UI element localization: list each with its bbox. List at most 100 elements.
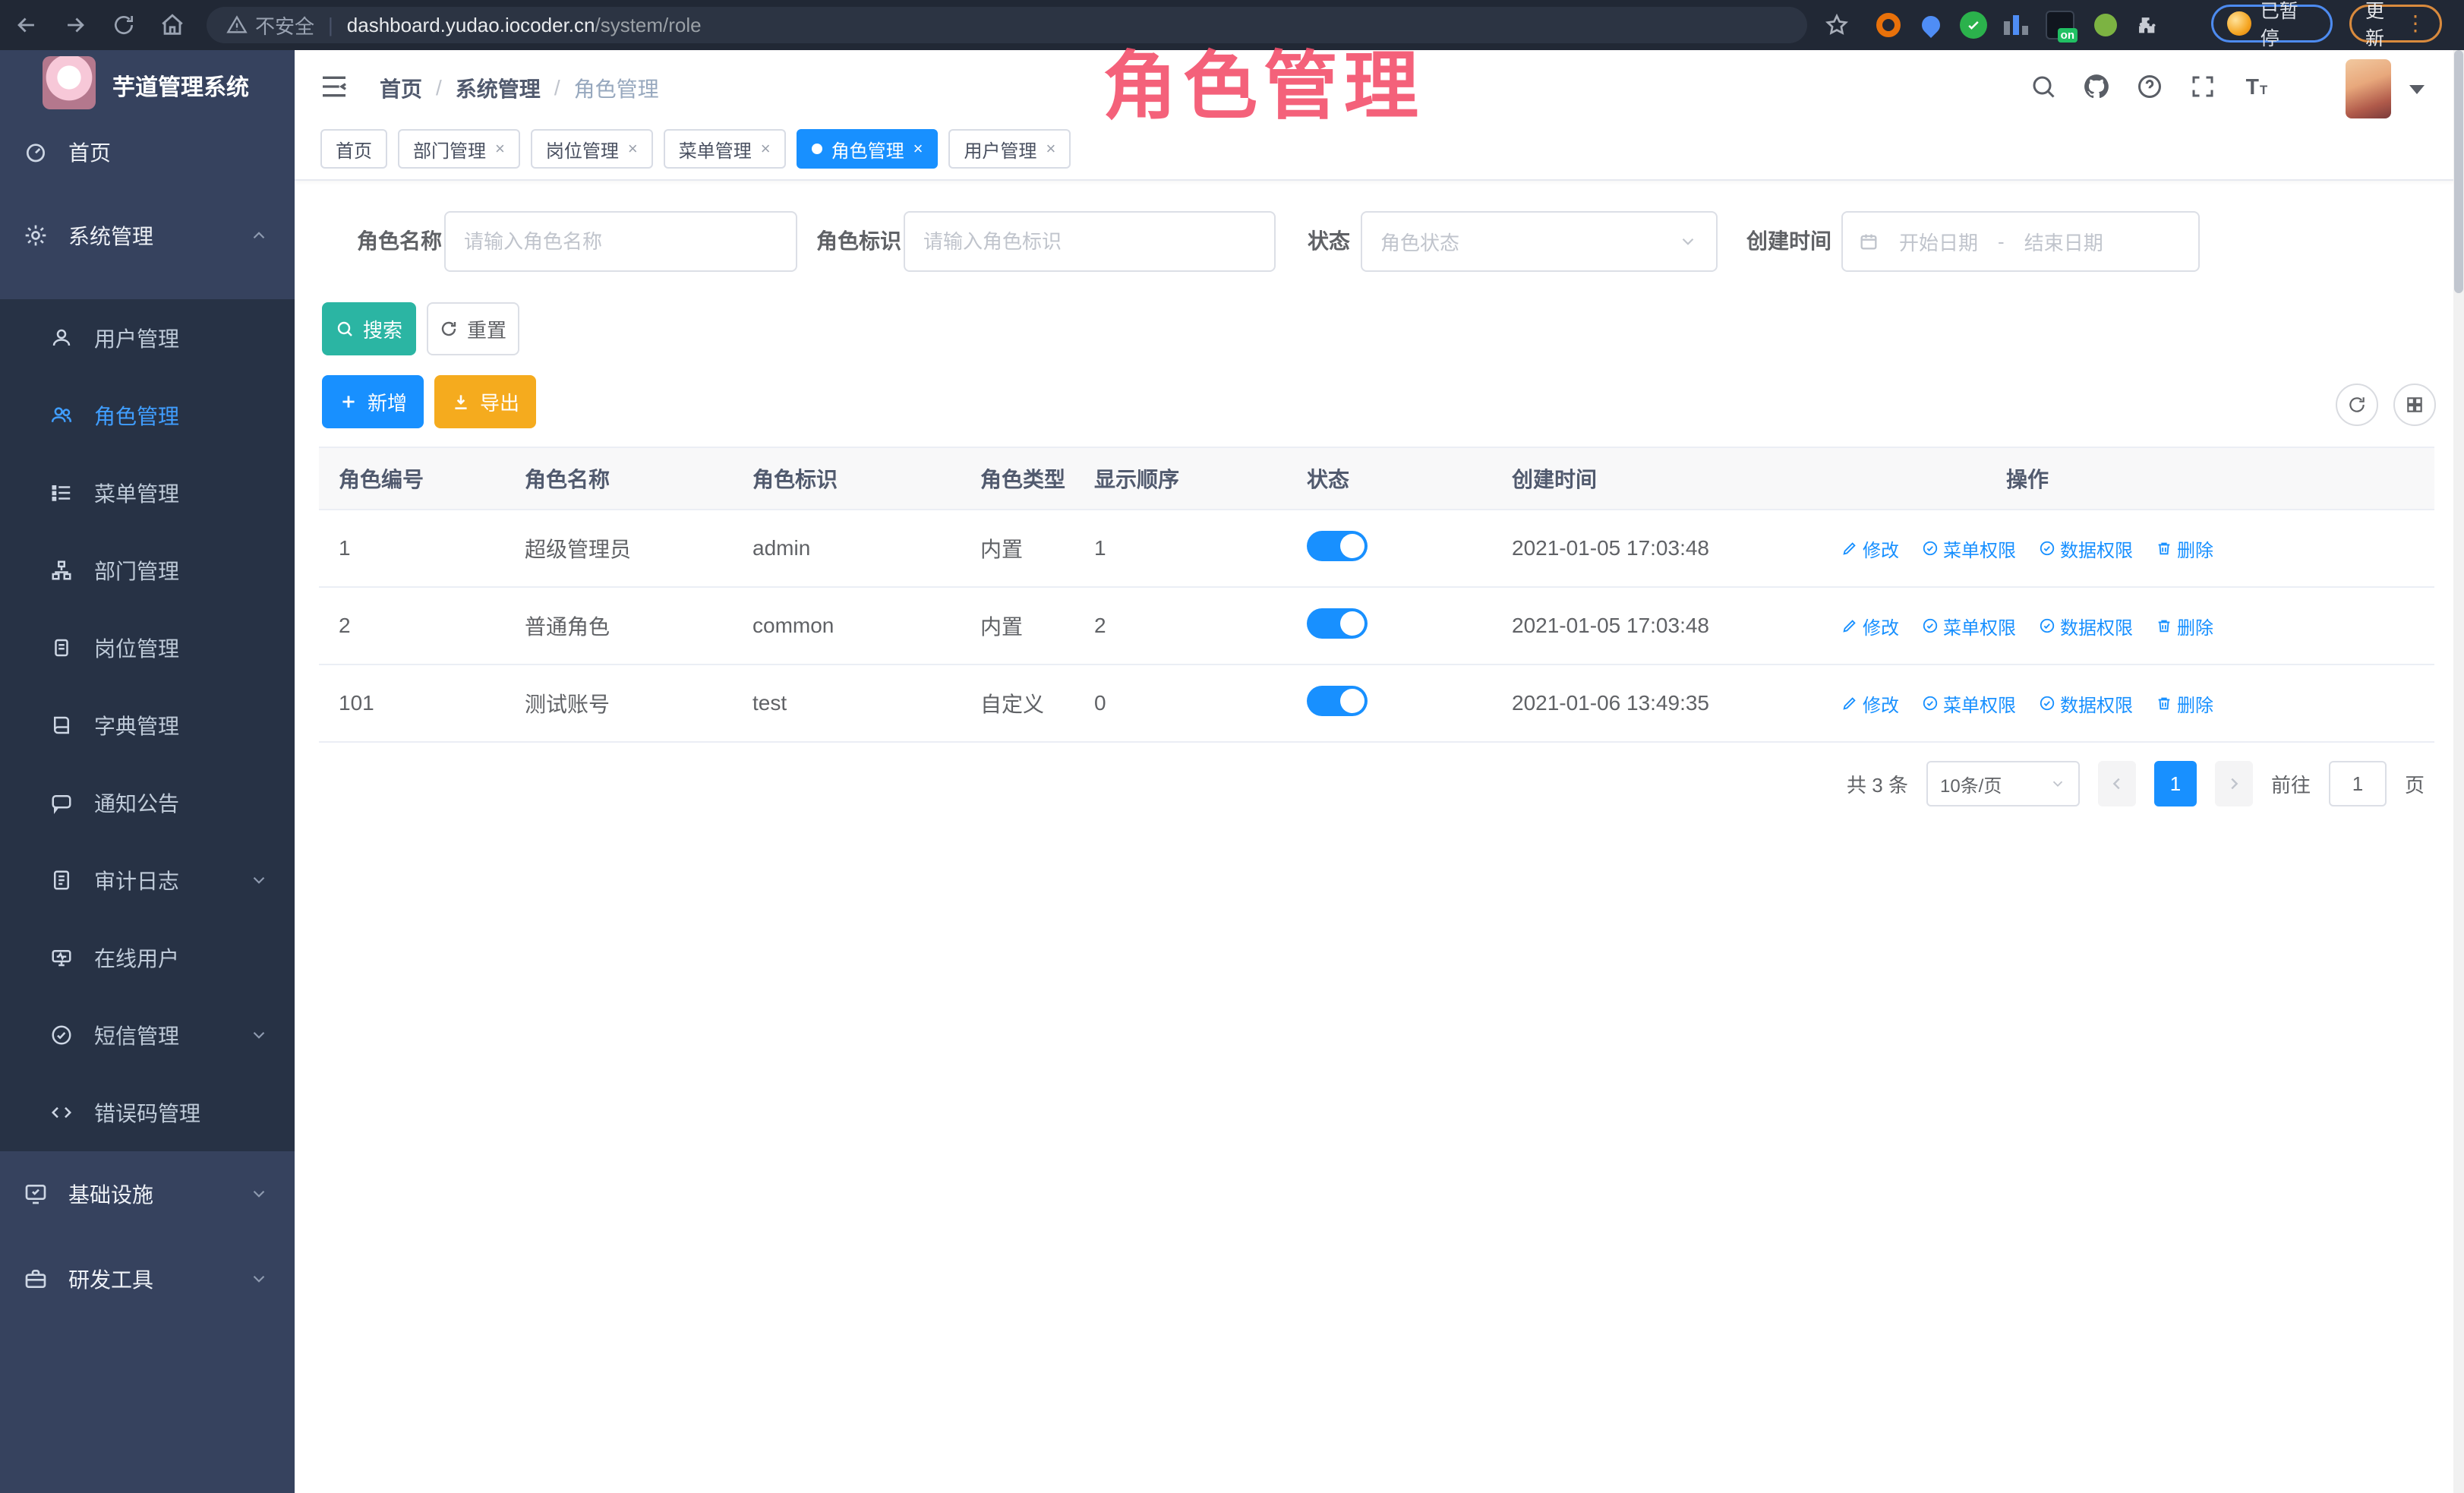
browser-reload-icon[interactable] bbox=[106, 8, 141, 43]
row-actions: 修改 菜单权限 数据权限 删除 bbox=[1834, 613, 2221, 639]
export-button[interactable]: 导出 bbox=[434, 375, 536, 428]
extension-icon-3[interactable] bbox=[1958, 9, 1989, 41]
org-tree-icon bbox=[49, 559, 74, 582]
menu-permission-link[interactable]: 菜单权限 bbox=[1922, 613, 2016, 639]
close-icon[interactable]: × bbox=[913, 139, 923, 159]
breadcrumb-separator: / bbox=[554, 76, 560, 100]
data-permission-link[interactable]: 数据权限 bbox=[2039, 613, 2133, 639]
prev-page-button[interactable] bbox=[2098, 761, 2136, 806]
reset-button[interactable]: 重置 bbox=[427, 302, 519, 355]
sidebar-item-infrastructure[interactable]: 基础设施 bbox=[0, 1156, 295, 1232]
sidebar-item-online-users[interactable]: 在线用户 bbox=[0, 920, 295, 996]
extension-icon-2[interactable] bbox=[1915, 9, 1947, 41]
fullscreen-icon[interactable] bbox=[2185, 68, 2221, 105]
pencil-icon bbox=[1841, 617, 1858, 634]
data-permission-link[interactable]: 数据权限 bbox=[2039, 535, 2133, 562]
delete-link[interactable]: 删除 bbox=[2156, 690, 2213, 717]
circle-check-icon bbox=[1922, 617, 1939, 634]
profile-paused-pill[interactable]: 已暂停 bbox=[2211, 5, 2333, 43]
browser-back-icon[interactable] bbox=[9, 8, 44, 43]
security-warning[interactable]: 不安全 bbox=[226, 11, 314, 39]
next-page-button[interactable] bbox=[2215, 761, 2253, 806]
sidebar-item-roles[interactable]: 角色管理 bbox=[0, 377, 295, 453]
sidebar-item-label: 字典管理 bbox=[94, 710, 179, 740]
create-time-range-picker[interactable]: 开始日期 - 结束日期 bbox=[1841, 211, 2200, 272]
sidebar-item-system[interactable]: 系统管理 bbox=[0, 197, 295, 273]
extension-icon-1[interactable] bbox=[1872, 9, 1904, 41]
column-settings-button[interactable] bbox=[2393, 384, 2436, 426]
tag-label: 菜单管理 bbox=[679, 136, 752, 163]
menu-permission-link[interactable]: 菜单权限 bbox=[1922, 535, 2016, 562]
collapse-sidebar-icon[interactable] bbox=[319, 71, 349, 102]
chrome-menu-icon[interactable]: ⋮ bbox=[2405, 20, 2426, 27]
tag-departments[interactable]: 部门管理 × bbox=[398, 129, 520, 169]
extension-icon-5[interactable]: on bbox=[2044, 9, 2076, 41]
breadcrumb-home[interactable]: 首页 bbox=[380, 73, 422, 103]
status-toggle[interactable] bbox=[1307, 531, 1368, 561]
add-role-button[interactable]: 新增 bbox=[322, 375, 424, 428]
sidebar-item-home[interactable]: 首页 bbox=[0, 114, 295, 190]
extension-icon-6[interactable] bbox=[2090, 9, 2122, 41]
delete-link[interactable]: 删除 bbox=[2156, 613, 2213, 639]
sidebar-item-audit-log[interactable]: 审计日志 bbox=[0, 842, 295, 918]
start-date-placeholder[interactable]: 开始日期 bbox=[1899, 228, 1978, 256]
tag-label: 部门管理 bbox=[413, 136, 486, 163]
github-icon[interactable] bbox=[2078, 68, 2115, 105]
page-size-select[interactable]: 10条/页 bbox=[1926, 761, 2080, 806]
sidebar-item-departments[interactable]: 部门管理 bbox=[0, 532, 295, 608]
page-number-current[interactable]: 1 bbox=[2154, 761, 2197, 806]
tag-menus[interactable]: 菜单管理 × bbox=[664, 129, 786, 169]
edit-link[interactable]: 修改 bbox=[1841, 613, 1899, 639]
end-date-placeholder[interactable]: 结束日期 bbox=[2024, 228, 2103, 256]
bookmark-star-icon[interactable] bbox=[1819, 8, 1854, 43]
font-size-icon[interactable]: TT bbox=[2238, 68, 2274, 105]
close-icon[interactable]: × bbox=[628, 139, 638, 159]
scrollbar-thumb[interactable] bbox=[2454, 50, 2463, 293]
help-icon[interactable] bbox=[2131, 68, 2168, 105]
extension-icon-4[interactable] bbox=[2000, 9, 2032, 41]
sidebar-item-users[interactable]: 用户管理 bbox=[0, 300, 295, 376]
status-toggle[interactable] bbox=[1307, 686, 1368, 716]
tag-home[interactable]: 首页 bbox=[320, 129, 387, 169]
tag-users[interactable]: 用户管理 × bbox=[948, 129, 1071, 169]
tag-posts[interactable]: 岗位管理 × bbox=[531, 129, 653, 169]
sidebar-item-error-codes[interactable]: 错误码管理 bbox=[0, 1075, 295, 1151]
data-permission-link[interactable]: 数据权限 bbox=[2039, 690, 2133, 717]
sidebar-item-sms[interactable]: 短信管理 bbox=[0, 997, 295, 1073]
url-bar[interactable]: 不安全 | dashboard.yudao.iocoder.cn/system/… bbox=[207, 7, 1807, 43]
browser-home-icon[interactable] bbox=[155, 8, 190, 43]
user-avatar[interactable] bbox=[2346, 59, 2391, 118]
avatar-caret-icon[interactable] bbox=[2409, 85, 2425, 94]
reset-button-label: 重置 bbox=[467, 315, 506, 343]
page-scrollbar[interactable] bbox=[2453, 50, 2464, 1493]
chrome-update-button[interactable]: 更新 ⋮ bbox=[2349, 5, 2442, 43]
role-key-input[interactable] bbox=[904, 211, 1276, 272]
status-toggle[interactable] bbox=[1307, 608, 1368, 639]
sidebar-item-dictionary[interactable]: 字典管理 bbox=[0, 687, 295, 763]
tag-roles-active[interactable]: 角色管理 × bbox=[797, 129, 939, 169]
sidebar-item-menus[interactable]: 菜单管理 bbox=[0, 455, 295, 531]
refresh-table-button[interactable] bbox=[2336, 384, 2378, 426]
column-header: 角色类型 bbox=[961, 463, 1074, 494]
column-header: 角色标识 bbox=[733, 463, 961, 494]
edit-link[interactable]: 修改 bbox=[1841, 535, 1899, 562]
sidebar-item-label: 角色管理 bbox=[94, 400, 179, 431]
edit-link[interactable]: 修改 bbox=[1841, 690, 1899, 717]
close-icon[interactable]: × bbox=[495, 139, 505, 159]
delete-link[interactable]: 删除 bbox=[2156, 535, 2213, 562]
sidebar-item-posts[interactable]: 岗位管理 bbox=[0, 610, 295, 686]
role-name-input[interactable] bbox=[444, 211, 797, 272]
sidebar-item-dev-tools[interactable]: 研发工具 bbox=[0, 1241, 295, 1317]
search-button[interactable]: 搜索 bbox=[322, 302, 416, 355]
status-select[interactable]: 角色状态 bbox=[1361, 211, 1718, 272]
browser-forward-icon[interactable] bbox=[58, 8, 93, 43]
sidebar-item-notices[interactable]: 通知公告 bbox=[0, 765, 295, 841]
security-warning-label: 不安全 bbox=[255, 11, 314, 39]
breadcrumb-system[interactable]: 系统管理 bbox=[456, 73, 541, 103]
close-icon[interactable]: × bbox=[761, 139, 771, 159]
extensions-puzzle-icon[interactable] bbox=[2131, 9, 2163, 41]
search-icon[interactable] bbox=[2025, 68, 2062, 105]
close-icon[interactable]: × bbox=[1046, 139, 1055, 159]
menu-permission-link[interactable]: 菜单权限 bbox=[1922, 690, 2016, 717]
goto-page-input[interactable] bbox=[2329, 761, 2387, 806]
